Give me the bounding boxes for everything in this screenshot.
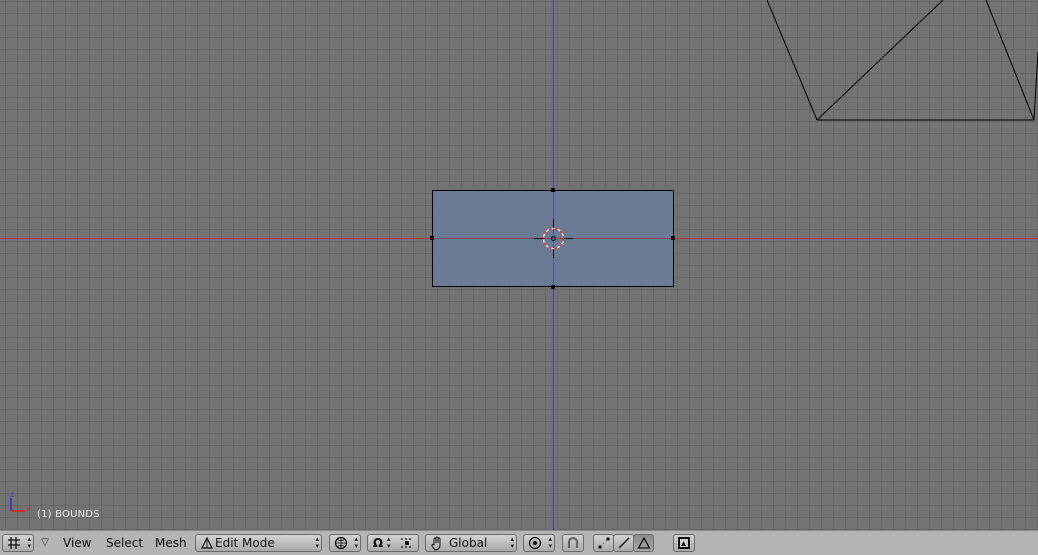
pivot-points-icon bbox=[398, 535, 416, 554]
vertex-left[interactable] bbox=[430, 236, 434, 240]
updown-arrows-icon: ▴ ▾ bbox=[387, 535, 391, 550]
vertex-select-icon bbox=[596, 535, 612, 554]
updown-arrows-icon: ▴ ▾ bbox=[315, 535, 319, 550]
face-select-button[interactable] bbox=[633, 534, 654, 552]
render-icon bbox=[676, 535, 692, 554]
pivot-button[interactable]: Ω ▴ ▾ bbox=[367, 534, 419, 552]
collapse-menu-icon[interactable]: ▽ bbox=[38, 535, 52, 551]
viewport-scene: z x bbox=[0, 0, 1038, 530]
svg-text:z: z bbox=[10, 490, 14, 499]
grid-icon bbox=[6, 535, 22, 554]
transform-orientation-selector[interactable]: Global ▴ ▾ bbox=[425, 534, 517, 552]
menu-mesh[interactable]: Mesh bbox=[155, 536, 187, 550]
viewport-header: ▴ ▾ ▽ View Select Mesh Edit Mode ▴ ▾ ▴ ▾ Ω … bbox=[0, 530, 1038, 555]
updown-arrows-icon: ▴ ▾ bbox=[510, 535, 514, 550]
menu-select[interactable]: Select bbox=[106, 536, 143, 550]
window-type-button[interactable]: ▴ ▾ bbox=[2, 534, 34, 552]
svg-text:x: x bbox=[26, 504, 31, 513]
vertex-right[interactable] bbox=[671, 236, 675, 240]
hand-manipulator-icon bbox=[429, 535, 445, 555]
pivot-icon: Ω bbox=[372, 536, 384, 550]
render-button[interactable] bbox=[673, 534, 695, 552]
vertex-top[interactable] bbox=[551, 188, 555, 192]
updown-arrows-icon: ▴ ▾ bbox=[548, 535, 552, 550]
menu-view[interactable]: View bbox=[63, 536, 91, 550]
updown-arrows-icon: ▴ ▾ bbox=[354, 535, 358, 550]
snap-toggle[interactable] bbox=[562, 534, 584, 552]
edge-select-icon bbox=[616, 535, 632, 554]
view-name-label: (1) BOUNDS bbox=[37, 509, 100, 520]
mode-label: Edit Mode bbox=[215, 536, 275, 550]
updown-arrows-icon: ▴ ▾ bbox=[27, 535, 31, 550]
vertex-select-button[interactable] bbox=[593, 534, 614, 552]
edit-mode-icon bbox=[200, 535, 214, 553]
3d-viewport[interactable]: z x (1) BOUNDS bbox=[0, 0, 1038, 530]
face-select-icon bbox=[636, 535, 652, 554]
proportional-edit-button[interactable]: ▴ ▾ bbox=[523, 534, 555, 552]
mode-selector[interactable]: Edit Mode ▴ ▾ bbox=[195, 534, 322, 552]
snap-magnet-icon bbox=[565, 535, 581, 554]
orientation-label: Global bbox=[449, 536, 488, 550]
proportional-edit-icon bbox=[527, 535, 543, 554]
camera-wireframe[interactable] bbox=[766, 0, 1038, 121]
axis-gizmo: z x bbox=[10, 490, 31, 513]
draw-type-button[interactable]: ▴ ▾ bbox=[329, 534, 361, 552]
vertex-bottom[interactable] bbox=[551, 285, 555, 289]
edge-select-button[interactable] bbox=[613, 534, 634, 552]
solid-draw-icon bbox=[333, 535, 349, 554]
